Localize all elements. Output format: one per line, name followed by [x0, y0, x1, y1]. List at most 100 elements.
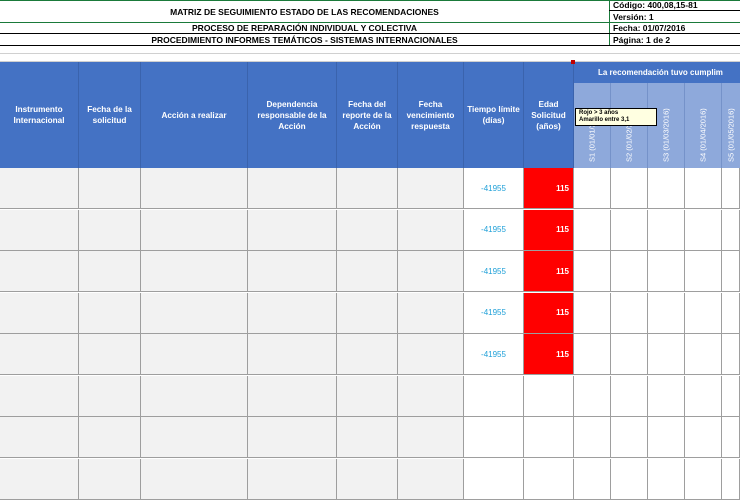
table-cell[interactable] — [685, 168, 722, 208]
table-cell[interactable] — [574, 209, 611, 250]
table-cell[interactable] — [574, 417, 611, 457]
table-cell[interactable] — [722, 168, 740, 208]
table-cell[interactable] — [337, 251, 398, 291]
table-cell[interactable] — [398, 209, 464, 250]
compliance-banner[interactable]: La recomendación tuvo cumplim — [574, 62, 740, 83]
table-cell[interactable] — [248, 251, 337, 291]
table-cell[interactable] — [248, 375, 337, 416]
cell-edad[interactable]: 115 — [524, 251, 574, 291]
column-header-instrumento[interactable]: Instrumento Internacional — [0, 62, 79, 168]
table-cell[interactable] — [685, 209, 722, 250]
table-cell[interactable] — [141, 375, 248, 416]
table-cell[interactable] — [141, 458, 248, 499]
table-cell[interactable] — [611, 417, 648, 457]
table-cell[interactable] — [398, 168, 464, 208]
cell-tiempo[interactable]: -41955 — [464, 209, 524, 250]
cell-edad[interactable]: 115 — [524, 292, 574, 333]
table-cell[interactable] — [337, 168, 398, 208]
table-cell[interactable] — [79, 417, 141, 457]
cell-tiempo[interactable] — [464, 458, 524, 499]
column-header-s5[interactable]: S5 (01/05/2016) — [722, 83, 740, 168]
cell-tiempo[interactable] — [464, 375, 524, 416]
table-cell[interactable] — [337, 334, 398, 374]
table-cell[interactable] — [611, 209, 648, 250]
table-cell[interactable] — [248, 168, 337, 208]
column-header-fecha-vencimiento[interactable]: Fecha vencimiento respuesta — [398, 62, 464, 168]
table-cell[interactable] — [574, 334, 611, 374]
table-cell[interactable] — [398, 334, 464, 374]
table-cell[interactable] — [722, 292, 740, 333]
table-cell[interactable] — [141, 417, 248, 457]
table-cell[interactable] — [0, 168, 79, 208]
column-header-accion[interactable]: Acción a realizar — [141, 62, 248, 168]
comment-indicator-icon[interactable] — [571, 60, 575, 64]
table-cell[interactable] — [398, 292, 464, 333]
table-cell[interactable] — [722, 417, 740, 457]
table-cell[interactable] — [685, 292, 722, 333]
cell-edad[interactable] — [524, 458, 574, 499]
table-cell[interactable] — [648, 168, 685, 208]
cell-edad[interactable]: 115 — [524, 168, 574, 208]
table-cell[interactable] — [398, 251, 464, 291]
table-cell[interactable] — [337, 209, 398, 250]
cell-tiempo[interactable] — [464, 417, 524, 457]
column-header-s4[interactable]: S4 (01/04/2016) — [685, 83, 722, 168]
table-cell[interactable] — [574, 251, 611, 291]
table-cell[interactable] — [79, 251, 141, 291]
table-cell[interactable] — [141, 334, 248, 374]
table-cell[interactable] — [648, 334, 685, 374]
table-cell[interactable] — [574, 168, 611, 208]
cell-tiempo[interactable]: -41955 — [464, 334, 524, 374]
cell-edad[interactable]: 115 — [524, 334, 574, 374]
table-cell[interactable] — [648, 417, 685, 457]
column-header-tiempo[interactable]: Tiempo límite (días) — [464, 62, 524, 168]
table-cell[interactable] — [611, 458, 648, 499]
table-cell[interactable] — [0, 209, 79, 250]
table-cell[interactable] — [248, 417, 337, 457]
table-cell[interactable] — [611, 251, 648, 291]
table-cell[interactable] — [79, 458, 141, 499]
table-cell[interactable] — [141, 168, 248, 208]
column-header-dependencia[interactable]: Dependencia responsable de la Acción — [248, 62, 337, 168]
table-cell[interactable] — [0, 375, 79, 416]
table-cell[interactable] — [722, 334, 740, 374]
table-cell[interactable] — [337, 417, 398, 457]
cell-edad[interactable]: 115 — [524, 209, 574, 250]
table-cell[interactable] — [141, 209, 248, 250]
table-cell[interactable] — [685, 458, 722, 499]
cell-tiempo[interactable]: -41955 — [464, 292, 524, 333]
table-cell[interactable] — [79, 168, 141, 208]
table-cell[interactable] — [0, 334, 79, 374]
column-header-edad[interactable]: Edad Solicitud (años) — [524, 62, 574, 168]
table-cell[interactable] — [611, 168, 648, 208]
cell-edad[interactable] — [524, 375, 574, 416]
table-cell[interactable] — [574, 458, 611, 499]
cell-edad[interactable] — [524, 417, 574, 457]
table-cell[interactable] — [648, 458, 685, 499]
column-header-fecha-solicitud[interactable]: Fecha de la solicitud — [79, 62, 141, 168]
table-cell[interactable] — [337, 458, 398, 499]
table-cell[interactable] — [398, 417, 464, 457]
table-cell[interactable] — [398, 458, 464, 499]
table-cell[interactable] — [648, 375, 685, 416]
table-cell[interactable] — [685, 251, 722, 291]
table-cell[interactable] — [611, 292, 648, 333]
table-cell[interactable] — [574, 292, 611, 333]
table-cell[interactable] — [611, 375, 648, 416]
table-cell[interactable] — [0, 251, 79, 291]
table-cell[interactable] — [722, 251, 740, 291]
table-cell[interactable] — [79, 334, 141, 374]
table-cell[interactable] — [79, 209, 141, 250]
table-cell[interactable] — [398, 375, 464, 416]
table-cell[interactable] — [574, 375, 611, 416]
table-cell[interactable] — [0, 292, 79, 333]
table-cell[interactable] — [648, 209, 685, 250]
table-cell[interactable] — [722, 458, 740, 499]
cell-tiempo[interactable]: -41955 — [464, 251, 524, 291]
cell-tiempo[interactable]: -41955 — [464, 168, 524, 208]
table-cell[interactable] — [141, 292, 248, 333]
table-cell[interactable] — [722, 375, 740, 416]
table-cell[interactable] — [248, 209, 337, 250]
table-cell[interactable] — [248, 334, 337, 374]
table-cell[interactable] — [685, 334, 722, 374]
